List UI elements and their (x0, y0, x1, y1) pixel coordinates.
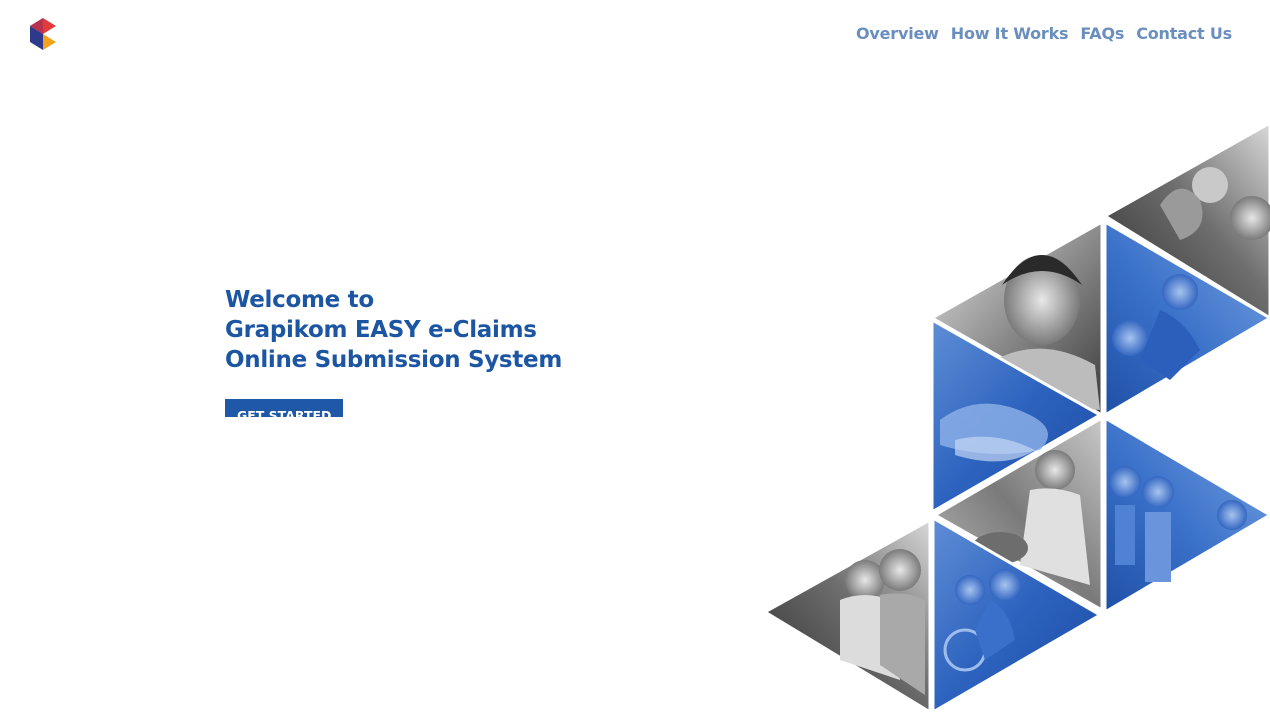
photo-tile-doctor-child (931, 415, 1104, 613)
get-started-button[interactable]: GET STARTED (225, 399, 344, 423)
nav-faqs[interactable]: FAQs (1080, 24, 1124, 43)
photo-tile-elderly-couple (762, 517, 932, 715)
photo-tile-wheelchair (931, 515, 1103, 715)
photo-tile-nurses-patient (1103, 415, 1270, 615)
photo-tile-smiling-child (928, 219, 1104, 418)
photo-tile-nurse-elderly (1103, 219, 1270, 418)
top-navigation: Overview How It Works FAQs Contact Us (856, 24, 1232, 43)
nav-overview[interactable]: Overview (856, 24, 939, 43)
landing-page: Overview How It Works FAQs Contact Us We… (0, 0, 1270, 716)
nav-how-it-works[interactable]: How It Works (951, 24, 1069, 43)
nav-contact-us[interactable]: Contact Us (1136, 24, 1232, 43)
hero-title-line-3: Online Submission System (225, 347, 562, 373)
hero-title-line-2: Grapikom EASY e-Claims (225, 317, 537, 343)
hero-title: Welcome to Grapikom EASY e-Claims Online… (225, 285, 745, 375)
grapikom-logo[interactable] (28, 18, 58, 50)
hero-title-line-1: Welcome to (225, 287, 374, 313)
photo-tile-mother-baby (1102, 121, 1270, 320)
photo-tile-holding-hands (930, 317, 1104, 515)
logo-orange-facet (43, 34, 56, 50)
hero-section: Welcome to Grapikom EASY e-Claims Online… (225, 285, 745, 424)
